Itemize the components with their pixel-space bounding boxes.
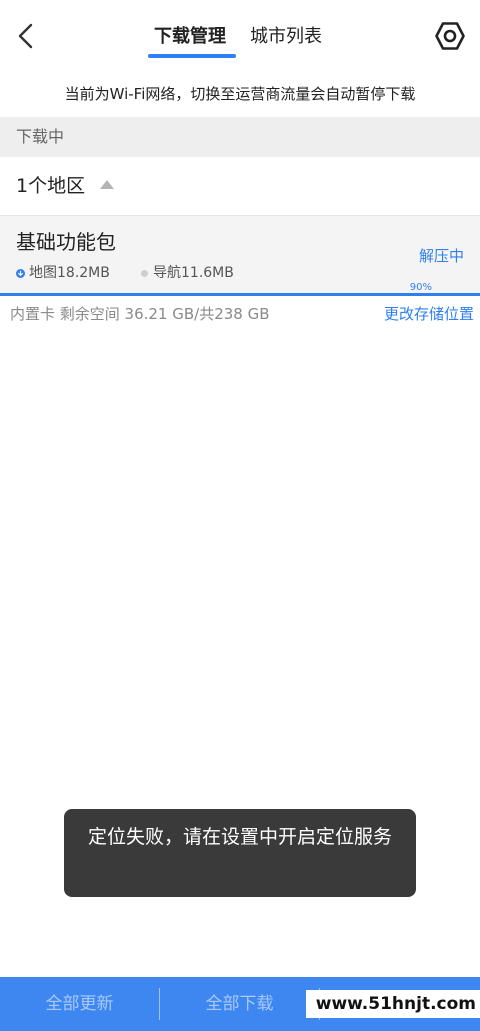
package-name: 基础功能包 [16,230,116,254]
watermark: www.51hnjt.com [305,990,480,1018]
app-header: 下载管理 城市列表 [0,0,480,72]
caret-up-icon [100,180,114,189]
download-arrow-icon [16,269,25,278]
toast-message: 定位失败，请在设置中开启定位服务 [64,809,416,897]
settings-button[interactable] [430,16,470,56]
back-button[interactable] [6,14,46,58]
region-group-toggle[interactable]: 1个地区 [0,157,480,216]
chevron-left-icon [18,23,33,49]
tab-city-list[interactable]: 城市列表 [250,24,322,50]
downloading-section-header: 下载中 [0,117,480,157]
tab-bar: 下载管理 城市列表 [140,0,340,72]
item-status: 解压中 [418,247,464,265]
nav-status-dot [141,270,148,277]
map-size: 地图18.2MB [29,265,110,281]
network-notice: 当前为Wi-Fi网络，切换至运营商流量会自动暂停下载 [64,85,416,103]
region-count-label: 1个地区 [16,175,86,197]
active-tab-indicator [148,54,236,58]
section-title: 下载中 [16,127,65,146]
update-all-button[interactable]: 全部更新 [0,977,159,1031]
storage-info: 内置卡 剩余空间 36.21 GB/共238 GB [10,305,270,323]
tab-download-management[interactable]: 下载管理 [154,24,226,50]
storage-row: 内置卡 剩余空间 36.21 GB/共238 GB 更改存储位置 [0,296,480,332]
download-item[interactable]: 基础功能包 地图18.2MB 导航11.6MB 解压中 [0,216,480,294]
change-storage-link[interactable]: 更改存储位置 [384,303,474,325]
download-all-button[interactable]: 全部下载 [160,977,319,1031]
nav-size: 导航11.6MB [153,265,234,281]
gear-icon [435,22,465,50]
